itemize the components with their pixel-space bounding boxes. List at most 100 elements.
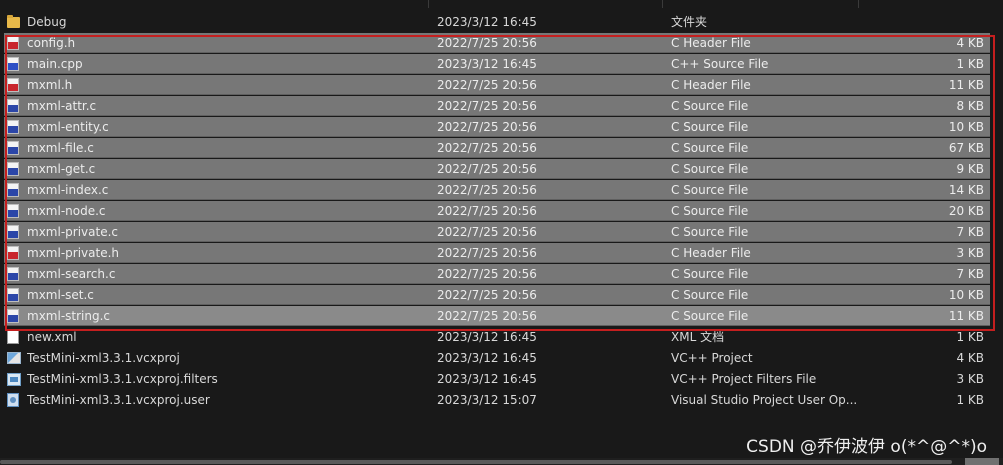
file-date: 2023/3/12 16:45: [437, 372, 537, 386]
file-date: 2022/7/25 20:56: [437, 141, 537, 155]
file-date: 2022/7/25 20:56: [437, 183, 537, 197]
file-type: C Header File: [671, 246, 751, 260]
file-type: Visual Studio Project User Op...: [671, 393, 858, 407]
file-size: 9 KB: [956, 162, 984, 176]
file-row[interactable]: mxml-attr.c 2022/7/25 20:56 C Source File 8…: [4, 96, 990, 116]
file-date: 2023/3/12 16:45: [437, 351, 537, 365]
file-row[interactable]: mxml-file.c 2022/7/25 20:56 C Source File 6…: [4, 138, 990, 158]
file-type: C Header File: [671, 78, 751, 92]
file-row[interactable]: mxml-get.c 2022/7/25 20:56 C Source File 9 …: [4, 159, 990, 179]
file-row[interactable]: mxml-set.c 2022/7/25 20:56 C Source File 10…: [4, 285, 990, 305]
file-type: C Header File: [671, 36, 751, 50]
file-date: 2022/7/25 20:56: [437, 120, 537, 134]
h-file-icon: [7, 246, 19, 260]
file-row[interactable]: Debug 2023/3/12 16:45 文件夹: [4, 12, 990, 32]
file-row[interactable]: mxml.h 2022/7/25 20:56 C Header File 11 KB: [4, 75, 990, 95]
file-row[interactable]: mxml-search.c 2022/7/25 20:56 C Source Fil…: [4, 264, 990, 284]
file-row[interactable]: mxml-private.h 2022/7/25 20:56 C Header Fi…: [4, 243, 990, 263]
file-name: mxml-private.h: [27, 246, 119, 260]
file-size: [904, 12, 984, 32]
c-file-icon: [7, 162, 19, 176]
file-row[interactable]: TestMini-xml3.3.1.vcxproj.user 2023/3/12 …: [4, 390, 990, 410]
file-name: mxml-index.c: [27, 183, 109, 197]
file-name: mxml-private.c: [27, 225, 118, 239]
file-type: VC++ Project Filters File: [671, 372, 817, 386]
c-file-icon: [7, 267, 19, 281]
file-size: 20 KB: [948, 204, 984, 218]
file-type: C++ Source File: [671, 57, 769, 71]
file-type: C Source File: [671, 183, 749, 197]
file-row[interactable]: mxml-node.c 2022/7/25 20:56 C Source File 2…: [4, 201, 990, 221]
column-separator[interactable]: [428, 0, 429, 8]
file-date: 2022/7/25 20:56: [437, 36, 537, 50]
c-file-icon: [7, 183, 19, 197]
h-file-icon: [7, 78, 19, 92]
c-file-icon: [7, 309, 19, 323]
file-list: Debug 2023/3/12 16:45 文件夹 config.h 2022/7/25…: [0, 0, 1003, 465]
file-name: mxml-node.c: [27, 204, 106, 218]
file-row[interactable]: TestMini-xml3.3.1.vcxproj 2023/3/12 16:45…: [4, 348, 990, 368]
file-size: 14 KB: [948, 183, 984, 197]
project-file-icon: [7, 352, 21, 364]
file-name: TestMini-xml3.3.1.vcxproj.user: [27, 393, 210, 407]
file-row[interactable]: TestMini-xml3.3.1.vcxproj.filters 2023/3/…: [4, 369, 990, 389]
file-date: 2022/7/25 20:56: [437, 162, 537, 176]
file-size: 10 KB: [948, 120, 984, 134]
cpp-file-icon: [7, 57, 19, 71]
file-size: 4 KB: [956, 351, 984, 365]
c-file-icon: [7, 204, 19, 218]
file-row[interactable]: mxml-string.c 2022/7/25 20:56 C Source Fil…: [4, 306, 990, 326]
c-file-icon: [7, 225, 19, 239]
file-date: 2022/7/25 20:56: [437, 288, 537, 302]
file-type: XML 文档: [671, 330, 725, 344]
file-date: 2022/7/25 20:56: [437, 267, 537, 281]
file-type: C Source File: [671, 225, 749, 239]
column-separator[interactable]: [858, 0, 859, 8]
file-type: 文件夹: [671, 15, 708, 29]
watermark: CSDN @乔伊波伊 o(*^@^*)o: [746, 437, 987, 457]
h-file-icon: [7, 36, 19, 50]
file-type: C Source File: [671, 141, 749, 155]
file-name: TestMini-xml3.3.1.vcxproj: [27, 351, 180, 365]
file-name: mxml-file.c: [27, 141, 94, 155]
file-name: new.xml: [27, 330, 77, 344]
c-file-icon: [7, 288, 19, 302]
horizontal-scrollbar[interactable]: [0, 458, 1003, 465]
file-row[interactable]: mxml-index.c 2022/7/25 20:56 C Source File…: [4, 180, 990, 200]
file-row[interactable]: config.h 2022/7/25 20:56 C Header File 4 KB: [4, 33, 990, 53]
scrollbar-thumb[interactable]: [0, 460, 952, 464]
file-type: C Source File: [671, 162, 749, 176]
file-size: 8 KB: [956, 99, 984, 113]
file-name: mxml-entity.c: [27, 120, 109, 134]
file-date: 2023/3/12 16:45: [437, 57, 537, 71]
file-type: VC++ Project: [671, 351, 753, 365]
file-type: C Source File: [671, 309, 749, 323]
file-type: C Source File: [671, 99, 749, 113]
file-type: C Source File: [671, 288, 749, 302]
file-name: mxml-set.c: [27, 288, 94, 302]
file-date: 2023/3/12 16:45: [437, 15, 537, 29]
file-size: 7 KB: [956, 225, 984, 239]
file-size: 1 KB: [956, 330, 984, 344]
file-row[interactable]: main.cpp 2023/3/12 16:45 C++ Source File 1 …: [4, 54, 990, 74]
file-row[interactable]: mxml-private.c 2022/7/25 20:56 C Source Fi…: [4, 222, 990, 242]
file-row[interactable]: new.xml 2023/3/12 16:45 XML 文档 1 KB: [4, 327, 990, 347]
folder-icon: [7, 15, 20, 28]
column-separator[interactable]: [662, 0, 663, 8]
file-name: mxml.h: [27, 78, 73, 92]
file-date: 2022/7/25 20:56: [437, 78, 537, 92]
file-size: 11 KB: [948, 309, 984, 323]
xml-file-icon: [7, 330, 19, 344]
file-name: mxml-get.c: [27, 162, 96, 176]
file-size: 10 KB: [948, 288, 984, 302]
file-name: main.cpp: [27, 57, 83, 71]
file-type: C Source File: [671, 267, 749, 281]
c-file-icon: [7, 120, 19, 134]
file-row[interactable]: mxml-entity.c 2022/7/25 20:56 C Source Fil…: [4, 117, 990, 137]
file-name: mxml-search.c: [27, 267, 116, 281]
scrollbar-corner: [965, 458, 999, 465]
file-size: 1 KB: [956, 57, 984, 71]
file-date: 2022/7/25 20:56: [437, 99, 537, 113]
user-file-icon: [7, 393, 19, 407]
file-size: 67 KB: [948, 141, 984, 155]
